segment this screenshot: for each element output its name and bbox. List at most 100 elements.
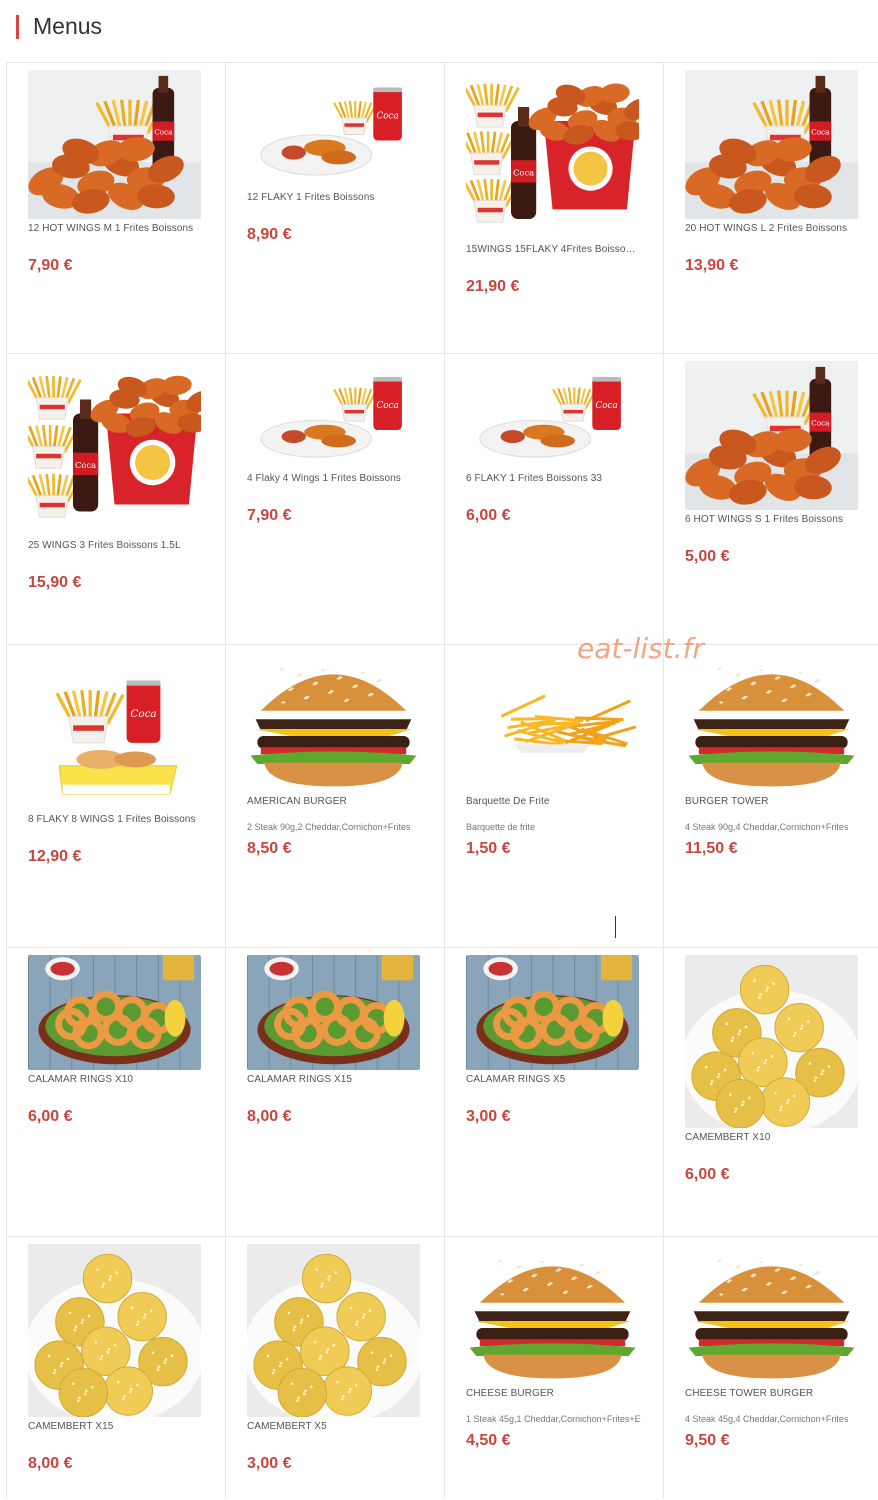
menu-item-name: CHEESE TOWER BURGER xyxy=(685,1388,814,1399)
section-header: Menus xyxy=(0,0,878,62)
menu-item-price: 7,90 € xyxy=(28,257,73,274)
menu-item[interactable]: Coca 6 FLAKY 1 Frites Boissons 33 6,00 € xyxy=(444,353,663,644)
menu-item-name: 6 HOT WINGS S 1 Frites Boissons xyxy=(685,514,843,525)
watermark: eat-list.fr xyxy=(577,632,704,665)
text-cursor xyxy=(615,916,616,938)
svg-text:Coca: Coca xyxy=(75,460,96,470)
menu-item-description: 2 Steak 90g,2 Cheddar,Cornichon+Frites xyxy=(247,822,411,832)
menu-item-price: 12,90 € xyxy=(28,848,82,865)
menu-item-image[interactable]: Coca xyxy=(247,361,420,469)
menu-item-name: 6 FLAKY 1 Frites Boissons 33 xyxy=(466,473,603,484)
menu-item-price: 3,00 € xyxy=(466,1108,511,1125)
menu-item-image[interactable] xyxy=(685,955,858,1128)
menu-item-name: BURGER TOWER xyxy=(685,796,769,807)
menu-item-image[interactable]: Coca xyxy=(466,361,639,469)
menu-item-image[interactable] xyxy=(466,652,639,792)
menu-item-price: 15,90 € xyxy=(28,574,82,591)
menu-item[interactable]: Coca 12 FLAKY 1 Frites Boissons 8,90 € xyxy=(225,62,444,353)
menu-item-price: 3,00 € xyxy=(247,1455,292,1472)
svg-text:Coca: Coca xyxy=(130,708,156,720)
menu-item-description: 1 Steak 45g,1 Cheddar,Cornichon+Frites+E xyxy=(466,1414,641,1424)
svg-text:Coca: Coca xyxy=(811,419,830,428)
menu-item-price: 7,90 € xyxy=(247,507,292,524)
menu-item-name: CAMEMBERT X10 xyxy=(685,1132,771,1143)
menu-item[interactable]: Coca 8 FLAKY 8 WINGS 1 Frites Boissons 12… xyxy=(6,644,225,947)
menu-item[interactable]: Coca 15WINGS 15FLAKY 4Frites Boisson1...… xyxy=(444,62,663,353)
menu-item-image[interactable] xyxy=(466,955,639,1070)
svg-text:Coca: Coca xyxy=(811,128,830,137)
svg-text:Coca: Coca xyxy=(595,401,617,411)
menu-item-image[interactable]: Coca xyxy=(466,70,639,240)
menu-item-image[interactable] xyxy=(247,1244,420,1417)
svg-text:Coca: Coca xyxy=(376,112,398,122)
menu-item-image[interactable] xyxy=(28,1244,201,1417)
menu-item-image[interactable] xyxy=(466,1244,639,1384)
menu-item[interactable]: Barquette De Frite Barquette de frite 1,50… xyxy=(444,644,663,947)
menu-item-name: 12 HOT WINGS M 1 Frites Boissons xyxy=(28,223,194,234)
title-accent-bar xyxy=(16,15,19,39)
menu-item-price: 8,50 € xyxy=(247,840,292,857)
menu-item-image[interactable] xyxy=(247,955,420,1070)
page-title: Menus xyxy=(33,13,103,39)
menu-item-name: CHEESE BURGER xyxy=(466,1388,554,1399)
menu-item-image[interactable]: Coca xyxy=(685,70,858,219)
menu-item-name: 25 WINGS 3 Frites Boissons 1.5L xyxy=(28,540,181,551)
menu-item-image[interactable]: Coca xyxy=(685,361,858,510)
menu-item-image[interactable]: Coca xyxy=(28,70,201,219)
menu-item[interactable]: Coca 12 HOT WINGS M 1 Frites Boissons 7,90… xyxy=(6,62,225,353)
menu-item-price: 8,00 € xyxy=(28,1455,73,1472)
menu-item-image[interactable] xyxy=(247,652,420,792)
menu-item-price: 8,90 € xyxy=(247,226,292,243)
menu-item[interactable]: CAMEMBERT X5 3,00 € xyxy=(225,1236,444,1498)
menu-item-price: 11,50 € xyxy=(685,840,738,857)
menu-item-price: 6,00 € xyxy=(28,1108,73,1125)
menu-item-image[interactable] xyxy=(685,1244,858,1384)
menu-item[interactable]: CAMEMBERT X15 8,00 € xyxy=(6,1236,225,1498)
menu-item-name: 4 Flaky 4 Wings 1 Frites Boissons xyxy=(247,473,401,484)
menu-item-image[interactable]: Coca xyxy=(28,652,201,810)
menu-item-name: 15WINGS 15FLAKY 4Frites Boisson1.... xyxy=(466,244,641,255)
menu-item-price: 8,00 € xyxy=(247,1108,292,1125)
menu-item-price: 5,00 € xyxy=(685,548,730,565)
menu-item-price: 9,50 € xyxy=(685,1432,730,1449)
menu-item[interactable]: CAMEMBERT X10 6,00 € xyxy=(663,947,878,1236)
menu-item[interactable]: CALAMAR RINGS X5 3,00 € xyxy=(444,947,663,1236)
menu-item[interactable]: Coca 4 Flaky 4 Wings 1 Frites Boissons 7,9… xyxy=(225,353,444,644)
menu-item[interactable]: Coca 20 HOT WINGS L 2 Frites Boissons 13,9… xyxy=(663,62,878,353)
menu-item-price: 6,00 € xyxy=(466,507,511,524)
menu-item-name: AMERICAN BURGER xyxy=(247,796,347,807)
menu-item-name: CALAMAR RINGS X10 xyxy=(28,1074,134,1085)
menu-item-image[interactable] xyxy=(685,652,858,792)
menu-item-image[interactable] xyxy=(28,955,201,1070)
menu-item-price: 6,00 € xyxy=(685,1166,730,1183)
menu-item-price: 4,50 € xyxy=(466,1432,511,1449)
menu-grid: Coca 12 HOT WINGS M 1 Frites Boissons 7,90… xyxy=(6,62,878,1498)
menu-item-description: 4 Steak 45g,4 Cheddar,Cornichon+Frites xyxy=(685,1414,849,1424)
menu-item[interactable]: Coca 6 HOT WINGS S 1 Frites Boissons 5,00 … xyxy=(663,353,878,644)
menu-item-image[interactable]: Coca xyxy=(247,70,420,188)
menu-item-name: CALAMAR RINGS X5 xyxy=(466,1074,566,1085)
menu-item-name: 12 FLAKY 1 Frites Boissons xyxy=(247,192,375,203)
svg-text:Coca: Coca xyxy=(154,128,173,137)
menu-item-description: Barquette de frite xyxy=(466,822,536,832)
menu-item-price: 21,90 € xyxy=(466,278,520,295)
svg-text:Coca: Coca xyxy=(513,168,534,178)
menu-item[interactable]: AMERICAN BURGER 2 Steak 90g,2 Cheddar,Cor… xyxy=(225,644,444,947)
menu-item[interactable]: CHEESE BURGER 1 Steak 45g,1 Cheddar,Corni… xyxy=(444,1236,663,1498)
menu-item-description: 4 Steak 90g,4 Cheddar,Cornichon+Frites xyxy=(685,822,849,832)
svg-text:Coca: Coca xyxy=(376,401,398,411)
menu-item-name: 20 HOT WINGS L 2 Frites Boissons xyxy=(685,223,848,234)
menu-item-name: CALAMAR RINGS X15 xyxy=(247,1074,353,1085)
menu-item[interactable]: CHEESE TOWER BURGER 4 Steak 45g,4 Cheddar… xyxy=(663,1236,878,1498)
menu-item-price: 13,90 € xyxy=(685,257,739,274)
menu-item[interactable]: Coca 25 WINGS 3 Frites Boissons 1.5L 15,9… xyxy=(6,353,225,644)
menu-item-name: 8 FLAKY 8 WINGS 1 Frites Boissons xyxy=(28,814,196,825)
menu-item-image[interactable]: Coca xyxy=(28,361,201,536)
menu-item[interactable]: CALAMAR RINGS X15 8,00 € xyxy=(225,947,444,1236)
menu-item-name: CAMEMBERT X15 xyxy=(28,1421,114,1432)
menu-item-name: CAMEMBERT X5 xyxy=(247,1421,327,1432)
menu-item-price: 1,50 € xyxy=(466,840,511,857)
menu-item-name: Barquette De Frite xyxy=(466,796,550,807)
menu-item[interactable]: CALAMAR RINGS X10 6,00 € xyxy=(6,947,225,1236)
menu-item[interactable]: BURGER TOWER 4 Steak 90g,4 Cheddar,Cornic… xyxy=(663,644,878,947)
